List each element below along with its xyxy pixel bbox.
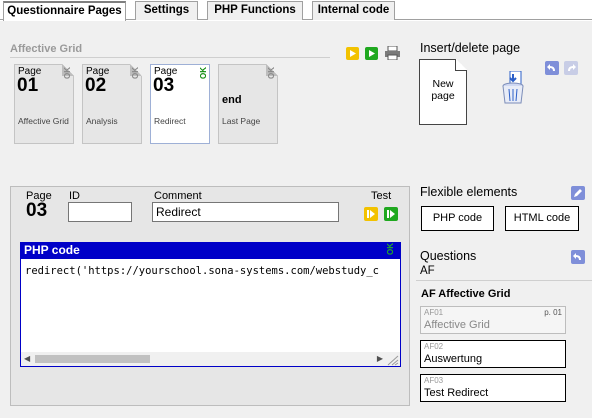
question-page: p. 01 [544, 308, 562, 317]
tab-php-functions[interactable]: PHP Functions [207, 1, 303, 20]
page-card-02[interactable]: OK Page 02 Analysis [82, 64, 142, 144]
new-page-button[interactable]: New page [419, 59, 467, 125]
redo-icon[interactable] [564, 61, 578, 75]
question-id: AF01 [424, 308, 444, 317]
php-code-title: PHP code [24, 243, 80, 257]
page-name: Redirect [154, 116, 186, 126]
question-id: AF03 [424, 376, 444, 385]
comment-input[interactable]: Redirect [152, 202, 339, 222]
ok-badge: OK [199, 67, 208, 79]
comment-label: Comment [154, 190, 202, 202]
question-group-title: AF Affective Grid [421, 288, 511, 300]
page-card-end[interactable]: OK end Last Page [218, 64, 278, 144]
question-name: Affective Grid [424, 319, 490, 331]
question-name: Test Redirect [424, 387, 489, 399]
resize-grip-icon[interactable] [384, 352, 400, 366]
php-code-editor[interactable]: redirect('https://yourschool.sona-system… [20, 259, 401, 367]
tab-settings[interactable]: Settings [135, 1, 198, 20]
php-code-header: PHP code OK [20, 242, 401, 259]
doc-fold [455, 59, 467, 71]
question-name: Auswertung [424, 353, 483, 365]
ok-badge: OK [131, 67, 140, 79]
tab-questionnaire-pages[interactable]: Questionnaire Pages [3, 1, 126, 21]
page-name: Analysis [86, 116, 118, 126]
undo-icon[interactable] [545, 61, 559, 75]
test-label: Test [371, 190, 392, 202]
scroll-left-icon[interactable]: ◀ [24, 354, 30, 363]
html-code-button[interactable]: HTML code [505, 206, 579, 231]
question-item-af03[interactable]: AF03 Test Redirect [420, 374, 566, 402]
ok-badge: OK [63, 67, 72, 79]
page-name: Affective Grid [18, 116, 69, 126]
main-panel: Affective Grid OK Page 01 Affective Grid… [0, 21, 592, 418]
questions-divider [416, 280, 592, 281]
questions-filter[interactable]: AF [420, 265, 435, 277]
scroll-right-icon[interactable]: ▶ [377, 354, 383, 363]
trash-icon[interactable] [501, 70, 525, 108]
undo-questions-icon[interactable] [571, 250, 585, 264]
tab-bar: Questionnaire Pages Settings PHP Functio… [0, 0, 592, 21]
page-card-03[interactable]: OK Page 03 Redirect [150, 64, 210, 144]
section-divider [10, 57, 330, 58]
ok-badge: OK [267, 67, 276, 79]
code-ok-badge: OK [386, 243, 395, 255]
page-number: 03 [153, 75, 175, 96]
horizontal-scrollbar[interactable]: ◀ ▶ [21, 352, 386, 366]
run-yellow-icon[interactable] [346, 47, 359, 60]
run-green-icon[interactable] [365, 47, 378, 60]
edit-pencil-icon[interactable] [571, 186, 585, 200]
page-label: end [222, 94, 242, 106]
page-name: Last Page [222, 116, 261, 126]
question-id: AF02 [424, 342, 444, 351]
editor-page-number: 03 [26, 200, 48, 221]
questions-title: Questions [420, 249, 477, 263]
page-number: 01 [17, 75, 39, 96]
id-input[interactable] [68, 202, 132, 222]
new-page-label: New page [431, 78, 455, 102]
page-number: 02 [85, 75, 107, 96]
flexible-elements-title: Flexible elements [420, 185, 518, 199]
section-title: Affective Grid [10, 43, 83, 55]
test-green-icon[interactable] [384, 207, 398, 221]
question-item-af02[interactable]: AF02 Auswertung [420, 340, 566, 368]
php-code-button[interactable]: PHP code [421, 206, 494, 231]
page-card-01[interactable]: OK Page 01 Affective Grid [14, 64, 74, 144]
code-line: redirect('https://yourschool.sona-system… [25, 265, 380, 277]
tab-internal-code[interactable]: Internal code [312, 1, 395, 20]
insert-delete-title: Insert/delete page [420, 41, 521, 55]
id-label: ID [69, 190, 80, 202]
scroll-thumb[interactable] [35, 355, 150, 363]
question-item-af01[interactable]: AF01 p. 01 Affective Grid [420, 306, 566, 334]
printer-icon[interactable] [385, 46, 400, 60]
test-yellow-icon[interactable] [364, 207, 378, 221]
